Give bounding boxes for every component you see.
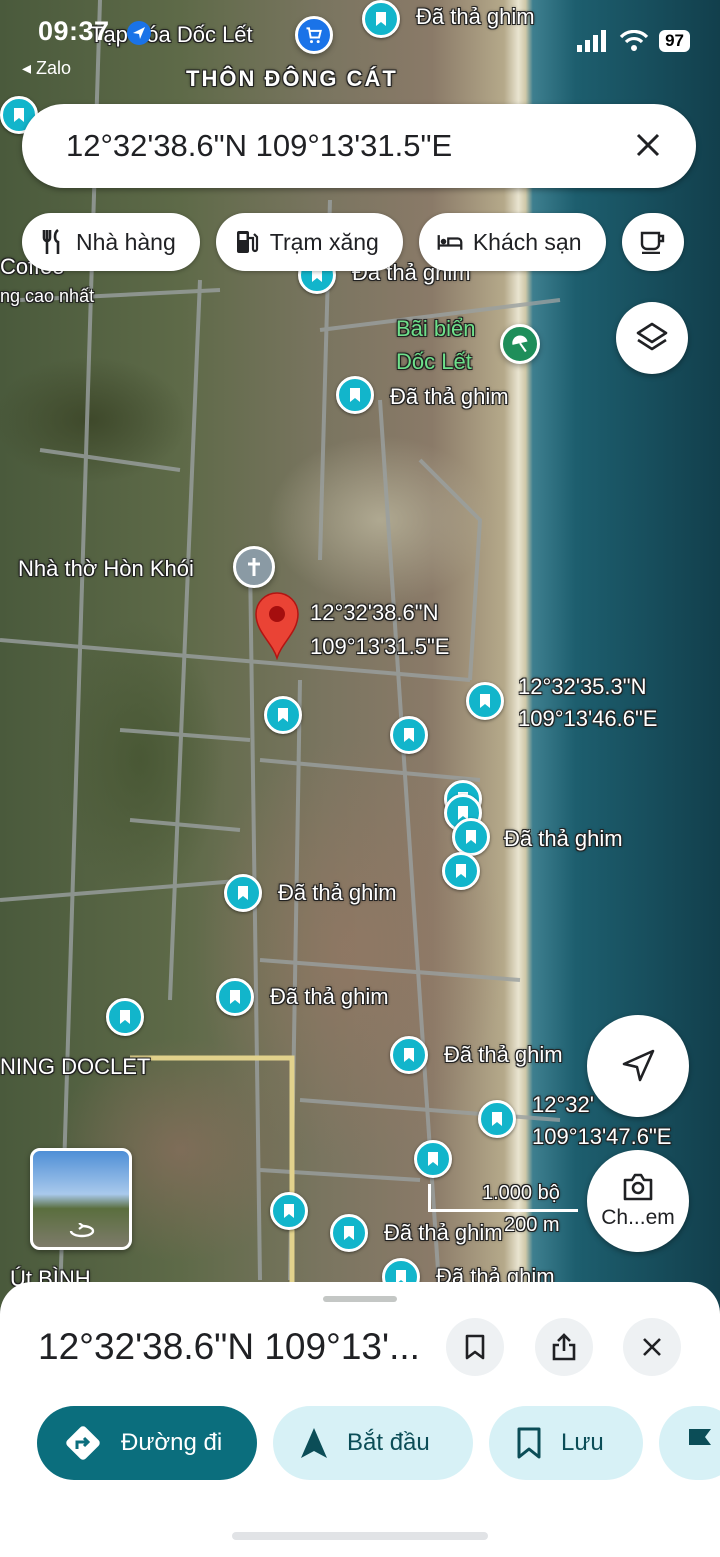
navigation-arrow-icon: [622, 1049, 655, 1082]
saved-pin-label: Đã thả ghim: [504, 826, 623, 851]
restaurant-icon: [40, 229, 66, 255]
saved-pin-icon[interactable]: [216, 978, 254, 1016]
status-icons: 97: [577, 30, 690, 52]
saved-pin-icon[interactable]: [478, 1100, 516, 1138]
chip-coffee[interactable]: [621, 213, 684, 271]
saved-pin-icon[interactable]: [362, 0, 400, 38]
back-to-app[interactable]: ◂ Zalo: [22, 58, 71, 79]
beach-label-line2[interactable]: Dốc Lết: [396, 349, 472, 375]
category-chips: Nhà hàng Trạm xăng Khách sạn: [22, 213, 684, 271]
chip-restaurant[interactable]: Nhà hàng: [22, 213, 200, 271]
selected-location-pin-icon[interactable]: [252, 590, 302, 660]
saved-pin-label: Đã thả ghim: [416, 4, 535, 29]
hotel-icon: [437, 229, 463, 255]
save-label: Lưu: [561, 1429, 604, 1456]
saved-pin-label: Đã thả ghim: [444, 1042, 563, 1067]
selected-lng-label: 109°13'31.5"E: [310, 634, 450, 659]
saved-pin-icon[interactable]: [442, 852, 480, 890]
chip-restaurant-label: Nhà hàng: [76, 228, 176, 255]
camera-search-button[interactable]: Ch...em: [587, 1150, 689, 1252]
close-icon: [643, 1338, 661, 1356]
saved-pin-label: Đã thả ghim: [390, 384, 509, 409]
status-time: 09:37: [38, 16, 110, 46]
layers-icon: [636, 322, 668, 351]
street-view-thumbnail[interactable]: [30, 1148, 132, 1250]
saved-pin-icon[interactable]: [390, 716, 428, 754]
saved-pin-label: Đã thả ghim: [278, 880, 397, 905]
selected-lat-label: 12°32'38.6"N: [310, 600, 439, 625]
saved-pin-icon[interactable]: [466, 682, 504, 720]
saved-pin-label: Đã thả ghim: [384, 1220, 503, 1245]
saved-pin-label: Đã thả ghim: [270, 984, 389, 1009]
share-button[interactable]: [535, 1318, 593, 1376]
start-label: Bắt đầu: [347, 1429, 430, 1456]
gas-station-icon: [234, 229, 260, 255]
coffee-sublabel: ng cao nhất: [0, 286, 95, 306]
camera-label: Ch...em: [601, 1206, 675, 1229]
saved-pin-icon[interactable]: [452, 818, 490, 856]
navigation-arrow-icon: [301, 1428, 327, 1458]
search-query[interactable]: 12°32'38.6"N 109°13'31.5"E: [66, 128, 628, 164]
grocery-label[interactable]: Tạp hóa Dốc Lết: [90, 22, 253, 48]
battery-indicator: 97: [659, 30, 690, 52]
coord3-lat-label: 12°32': [532, 1092, 594, 1117]
bookmark-icon: [517, 1427, 541, 1459]
scale-top-label: 1.000 bộ: [482, 1182, 560, 1204]
chip-gas-station-label: Trạm xăng: [269, 228, 379, 255]
search-bar[interactable]: 12°32'38.6"N 109°13'31.5"E: [22, 104, 696, 188]
church-label[interactable]: Nhà thờ Hòn Khói: [18, 556, 194, 582]
start-button[interactable]: Bắt đầu: [273, 1406, 473, 1480]
directions-icon: [66, 1426, 100, 1460]
saved-pin-icon[interactable]: [106, 998, 144, 1036]
beach-label-line1[interactable]: Bãi biển: [396, 316, 476, 342]
beach-umbrella-icon[interactable]: [500, 324, 540, 364]
saved-pin-icon[interactable]: [270, 1192, 308, 1230]
village-label: THÔN ĐÔNG CÁT: [186, 66, 398, 91]
saved-pin-icon[interactable]: [336, 376, 374, 414]
saved-pin-icon[interactable]: [390, 1036, 428, 1074]
satellite-map[interactable]: Tạp hóa Dốc Lết THÔN ĐÔNG CÁT Coffee ng …: [0, 0, 720, 1310]
flag-icon: [689, 1429, 711, 1458]
place-bottom-sheet[interactable]: 12°32'38.6"N 109°13'... Đường đi Bắt đầu…: [0, 1282, 720, 1557]
saved-pin-icon[interactable]: [330, 1214, 368, 1252]
coord3-lng-label: 109°13'47.6"E: [532, 1124, 672, 1149]
layers-button[interactable]: [616, 302, 688, 374]
save-button[interactable]: Lưu: [489, 1406, 643, 1480]
saved-pin-icon[interactable]: [224, 874, 262, 912]
close-sheet-button[interactable]: [623, 1318, 681, 1376]
chip-hotel-label: Khách sạn: [472, 228, 582, 255]
home-indicator: [232, 1532, 488, 1540]
drag-handle[interactable]: [323, 1296, 397, 1302]
place-actions: Đường đi Bắt đầu Lưu: [37, 1406, 720, 1480]
share-icon: [552, 1333, 576, 1361]
bookmark-icon: [465, 1334, 485, 1360]
chip-hotel[interactable]: Khách sạn: [418, 213, 606, 271]
save-place-button[interactable]: [446, 1318, 504, 1376]
coffee-cup-icon: [640, 229, 666, 255]
back-app-label: Zalo: [36, 58, 72, 78]
label-button[interactable]: [659, 1406, 720, 1480]
location-services-icon: [127, 21, 151, 45]
saved-pin-icon[interactable]: [264, 696, 302, 734]
church-cross-icon[interactable]: [233, 546, 275, 588]
saved-pin-icon[interactable]: [414, 1140, 452, 1178]
coord2-lng-label: 109°13'46.6"E: [518, 706, 658, 731]
directions-label: Đường đi: [121, 1429, 223, 1456]
cellular-signal-icon: [577, 30, 607, 52]
doclet-label[interactable]: NING DOCLET: [0, 1054, 150, 1080]
coord2-lat-label: 12°32'35.3"N: [518, 674, 647, 699]
rotate-360-icon: [69, 1223, 95, 1238]
wifi-icon: [619, 30, 649, 51]
my-location-button[interactable]: [587, 1015, 689, 1117]
directions-button[interactable]: Đường đi: [37, 1406, 257, 1480]
close-icon[interactable]: [628, 125, 668, 167]
camera-icon: [623, 1173, 653, 1201]
shopping-cart-icon[interactable]: [295, 16, 333, 54]
scale-bottom-label: 200 m: [504, 1214, 560, 1236]
place-title: 12°32'38.6"N 109°13'...: [38, 1326, 420, 1367]
chip-gas-station[interactable]: Trạm xăng: [215, 213, 403, 271]
